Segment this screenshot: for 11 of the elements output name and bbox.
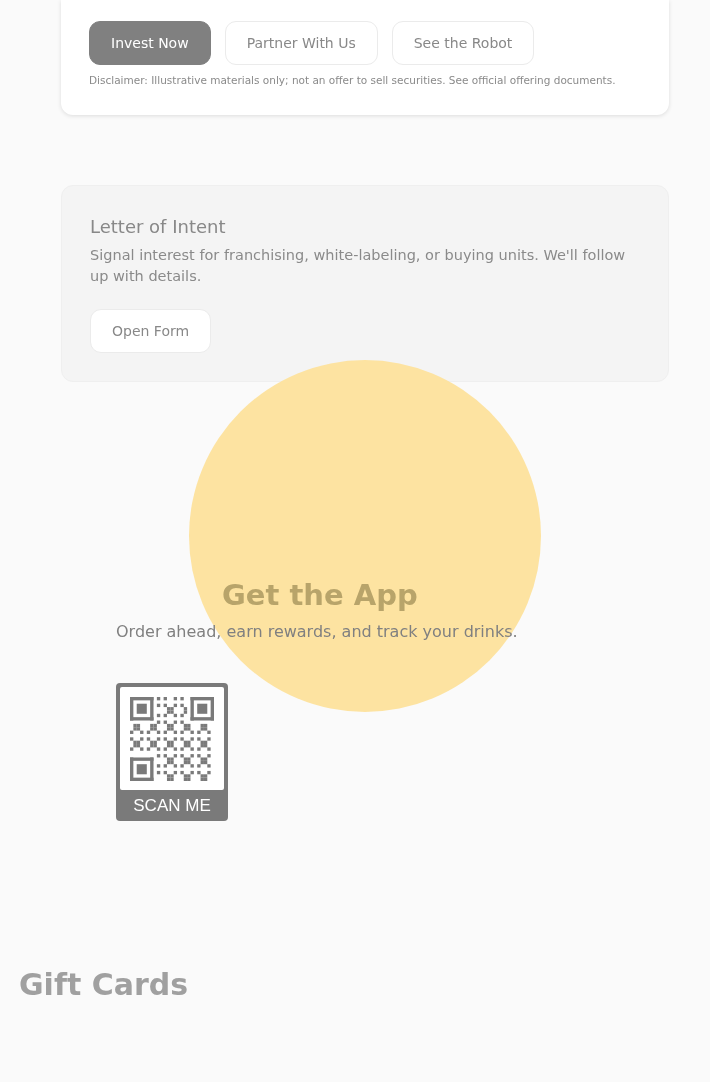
card-title: Letter of Intent <box>90 216 227 237</box>
section-title: Gift Cards <box>19 967 190 999</box>
cta-button[interactable]: Partner With Us <box>224 21 378 65</box>
qr-card[interactable]: SCAN ME <box>116 683 228 821</box>
card-description: Signal interest for franchising, white-labeling, or buying units. We'll follow up with details. <box>90 246 627 286</box>
open-form-button[interactable]: Open Form <box>90 309 212 353</box>
cta-button[interactable]: See the Robot <box>391 21 535 65</box>
section-title: Get the App <box>222 578 418 612</box>
disclaimer-text: Disclaimer: Illustrative materials only; not an offer to sell securities. See official offering documents. <box>89 74 617 86</box>
cta-button[interactable]: Invest Now <box>89 21 211 65</box>
scan-label: SCAN ME <box>133 795 211 817</box>
